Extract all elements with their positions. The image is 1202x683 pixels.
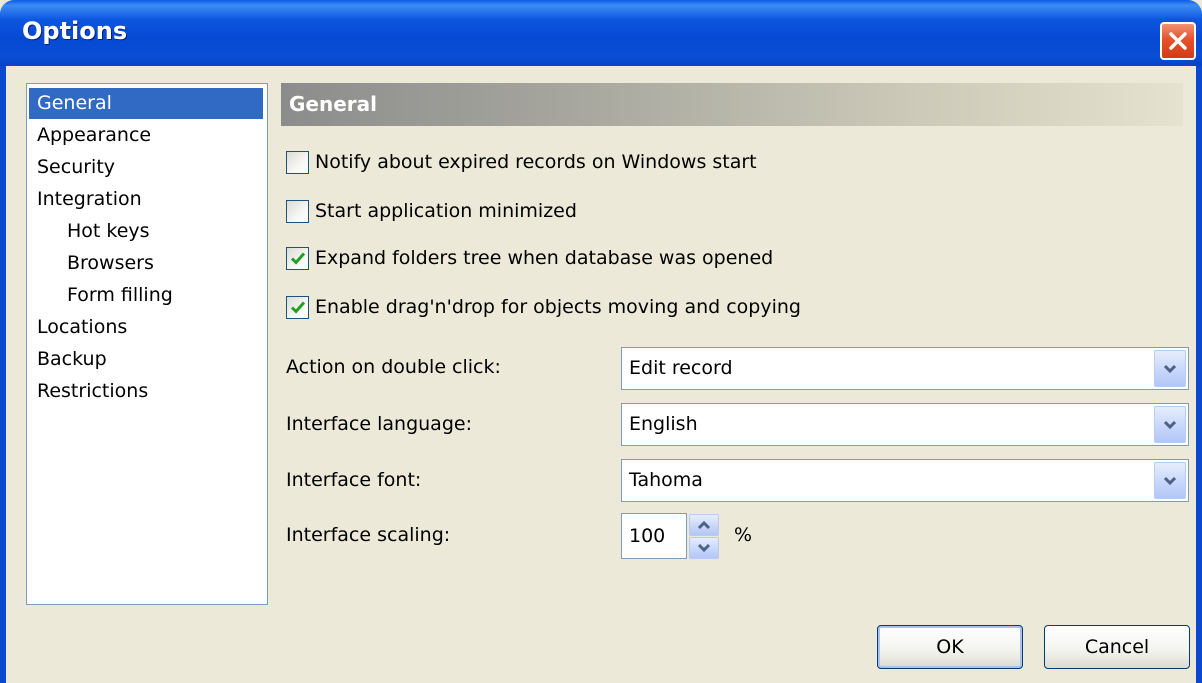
chevron-down-icon	[1163, 364, 1177, 374]
language-value: English	[629, 413, 698, 435]
section-header: General	[281, 83, 1183, 126]
window-frame-right	[1196, 66, 1202, 683]
nav-item-hot-keys[interactable]: Hot keys	[59, 216, 158, 247]
nav-item-form-filling[interactable]: Form filling	[59, 280, 181, 311]
language-label: Interface language:	[286, 413, 472, 435]
scaling-increment-button[interactable]	[689, 514, 719, 536]
window-title: Options	[22, 17, 128, 45]
nav-item-appearance[interactable]: Appearance	[29, 120, 159, 151]
scaling-input[interactable]: 100	[621, 513, 687, 559]
nav-item-backup[interactable]: Backup	[29, 344, 115, 375]
scaling-decrement-button[interactable]	[689, 537, 719, 559]
category-list[interactable]: General Appearance Security Integration …	[26, 83, 268, 605]
option-notify-expired[interactable]: Notify about expired records on Windows …	[286, 147, 757, 177]
option-start-minimized[interactable]: Start application minimized	[286, 196, 577, 226]
arrow-up-icon	[697, 520, 711, 530]
nav-item-general[interactable]: General	[29, 88, 263, 119]
option-label: Start application minimized	[315, 200, 577, 222]
language-select[interactable]: English	[621, 403, 1189, 446]
checkbox-drag-drop[interactable]	[286, 295, 309, 319]
nav-item-integration[interactable]: Integration	[29, 184, 150, 215]
option-expand-folders[interactable]: Expand folders tree when database was op…	[286, 243, 773, 273]
title-bar[interactable]: Options	[0, 0, 1202, 66]
scaling-value: 100	[629, 525, 666, 547]
nav-item-locations[interactable]: Locations	[29, 312, 135, 343]
font-value: Tahoma	[629, 469, 703, 491]
close-icon	[1169, 32, 1187, 50]
close-button[interactable]	[1160, 22, 1196, 60]
cancel-button[interactable]: Cancel	[1044, 625, 1190, 669]
arrow-down-icon	[697, 543, 711, 553]
checkmark-icon	[290, 301, 306, 314]
nav-item-restrictions[interactable]: Restrictions	[29, 376, 156, 407]
nav-item-browsers[interactable]: Browsers	[59, 248, 162, 279]
checkbox-start-minimized[interactable]	[286, 199, 309, 223]
section-title: General	[289, 92, 377, 116]
option-label: Expand folders tree when database was op…	[315, 247, 774, 269]
chevron-down-icon	[1163, 476, 1177, 486]
option-label: Notify about expired records on Windows …	[315, 151, 757, 173]
ok-button[interactable]: OK	[877, 625, 1023, 669]
font-label: Interface font:	[286, 469, 422, 491]
option-drag-drop[interactable]: Enable drag'n'drop for objects moving an…	[286, 292, 801, 322]
double-click-value: Edit record	[629, 357, 733, 379]
chevron-down-icon	[1163, 420, 1177, 430]
font-select[interactable]: Tahoma	[621, 459, 1189, 502]
scaling-label: Interface scaling:	[286, 524, 451, 546]
nav-item-security[interactable]: Security	[29, 152, 123, 183]
double-click-select[interactable]: Edit record	[621, 347, 1189, 390]
scaling-unit: %	[734, 524, 753, 546]
checkmark-icon	[290, 252, 306, 265]
checkbox-notify-expired[interactable]	[286, 150, 309, 174]
language-dropdown-button[interactable]	[1154, 406, 1186, 443]
window-frame-left	[0, 66, 6, 683]
checkbox-expand-folders[interactable]	[286, 246, 309, 270]
font-dropdown-button[interactable]	[1154, 462, 1186, 499]
double-click-label: Action on double click:	[286, 356, 501, 378]
option-label: Enable drag'n'drop for objects moving an…	[315, 296, 801, 318]
double-click-dropdown-button[interactable]	[1154, 350, 1186, 387]
options-dialog: Options General Appearance Security Inte…	[0, 0, 1202, 683]
